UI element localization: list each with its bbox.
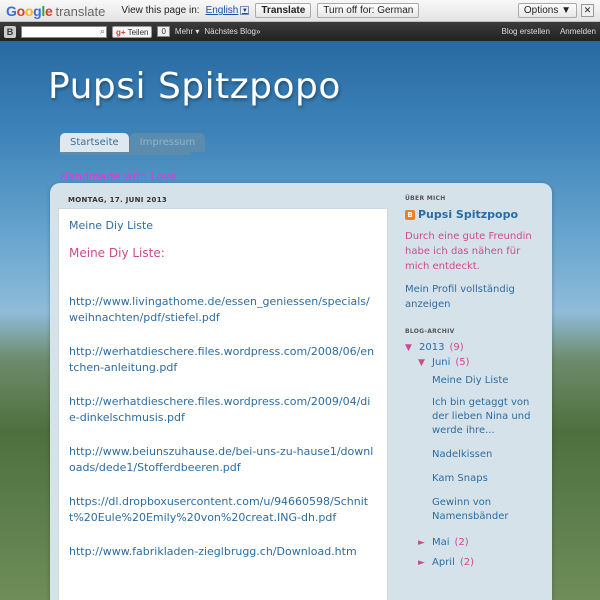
archive-heading: BLOG-ARCHIV xyxy=(405,328,455,335)
gplus-icon: g+ xyxy=(116,27,126,37)
google-translate-bar: Google translate View this page in: Engl… xyxy=(0,0,600,22)
page-tabs: Startseite Impressum xyxy=(60,133,206,152)
archive-year-count: (9) xyxy=(449,342,464,353)
triangle-down-icon[interactable]: ▼ xyxy=(405,341,419,355)
turn-off-button[interactable]: Turn off for: German xyxy=(317,3,420,18)
triangle-down-icon[interactable]: ▼ xyxy=(418,356,432,370)
archive-month-april[interactable]: ► April (2) xyxy=(405,556,545,570)
triangle-right-icon[interactable]: ► xyxy=(418,556,432,570)
options-button[interactable]: Options ▼ xyxy=(517,3,577,18)
archive-month-count: (5) xyxy=(455,357,470,368)
blog-title[interactable]: Pupsi Spitzpopo xyxy=(48,66,341,107)
tab-underline xyxy=(60,152,190,155)
next-blog-link[interactable]: Nächstes Blog» xyxy=(204,27,260,36)
login-link[interactable]: Anmelden xyxy=(560,27,596,36)
sidebar: ÜBER MICH B Pupsi Spitzpopo Durch eine g… xyxy=(405,195,545,570)
post-link[interactable]: http://werhatdieschere.files.wordpress.c… xyxy=(69,394,377,426)
archive-month-count: (2) xyxy=(454,537,469,548)
post-date: MONTAG, 17. JUNI 2013 xyxy=(68,196,168,204)
more-menu[interactable]: Mehr ▾ xyxy=(175,27,199,36)
archive-month-label[interactable]: Mai xyxy=(432,536,450,550)
blogger-logo-icon[interactable]: B xyxy=(4,25,16,38)
post-link[interactable]: https://dl.dropboxusercontent.com/u/9466… xyxy=(69,494,377,526)
navbar-search-input[interactable]: ⌕ xyxy=(21,25,107,38)
chevron-down-icon: ▼ xyxy=(240,6,250,15)
blogger-profile-icon: B xyxy=(405,209,415,220)
tab-startseite[interactable]: Startseite xyxy=(60,133,129,152)
translate-logo-text: translate xyxy=(55,3,106,19)
blog-tagline: Handmade with Love xyxy=(60,170,177,183)
translate-prompt: View this page in: xyxy=(121,5,200,16)
profile-name[interactable]: B Pupsi Spitzpopo xyxy=(405,208,545,221)
archive-post-link[interactable]: Gewinn von Namensbänder xyxy=(405,496,545,524)
about-text: Durch eine gute Freundin habe ich das nä… xyxy=(405,231,532,272)
tab-impressum[interactable]: Impressum xyxy=(129,133,206,152)
gplus-share-label: Teilen xyxy=(127,27,149,37)
archive-month-juni[interactable]: ▼ Juni (5) xyxy=(405,356,545,370)
post-body: Meine Diy Liste Meine Diy Liste: http://… xyxy=(58,208,388,600)
view-profile-link[interactable]: Mein Profil vollständig anzeigen xyxy=(405,282,545,312)
post-link-list: http://www.livingathome.de/essen_geniess… xyxy=(69,294,377,560)
google-logo-text: Google xyxy=(6,2,53,19)
post-link[interactable]: http://werhatdieschere.files.wordpress.c… xyxy=(69,344,377,376)
create-blog-link[interactable]: Blog erstellen xyxy=(501,27,549,36)
archive-post-link[interactable]: Nadelkissen xyxy=(405,448,545,462)
language-select-value: English xyxy=(205,5,239,16)
profile-name-label: Pupsi Spitzpopo xyxy=(418,208,519,221)
gplus-share-button[interactable]: g+ Teilen xyxy=(112,25,153,38)
translate-button[interactable]: Translate xyxy=(255,3,312,18)
language-select[interactable]: English ▼ xyxy=(206,5,250,16)
about-heading: ÜBER MICH xyxy=(405,195,446,202)
post-title[interactable]: Meine Diy Liste xyxy=(69,219,377,232)
google-translate-logo: Google translate xyxy=(6,3,105,19)
share-count: 0 xyxy=(157,26,170,37)
post-link[interactable]: http://www.fabrikladen-zieglbrugg.ch/Dow… xyxy=(69,544,377,560)
close-icon[interactable]: ✕ xyxy=(581,4,594,17)
search-icon[interactable]: ⌕ xyxy=(100,26,105,37)
archive-post-link[interactable]: Ich bin getaggt von der lieben Nina und … xyxy=(405,396,545,438)
post-link[interactable]: http://www.livingathome.de/essen_geniess… xyxy=(69,294,377,326)
archive-month-count: (2) xyxy=(459,557,475,568)
archive-month-mai[interactable]: ► Mai (2) xyxy=(405,536,545,550)
post-subtitle: Meine Diy Liste: xyxy=(69,246,165,260)
blogger-navbar: B ⌕ g+ Teilen 0 Mehr ▾ Nächstes Blog» Blo… xyxy=(0,22,600,41)
archive-month-label[interactable]: April xyxy=(432,556,455,570)
archive-year-label[interactable]: 2013 xyxy=(419,341,444,355)
triangle-right-icon[interactable]: ► xyxy=(418,536,432,550)
post-link[interactable]: http://www.beiunszuhause.de/bei-uns-zu-h… xyxy=(69,444,377,476)
archive-post-link[interactable]: Kam Snaps xyxy=(405,472,545,486)
archive-year-2013[interactable]: ▼ 2013 (9) xyxy=(405,341,545,355)
archive-post-link[interactable]: Meine Diy Liste xyxy=(405,374,545,388)
archive-month-label[interactable]: Juni xyxy=(432,356,450,370)
